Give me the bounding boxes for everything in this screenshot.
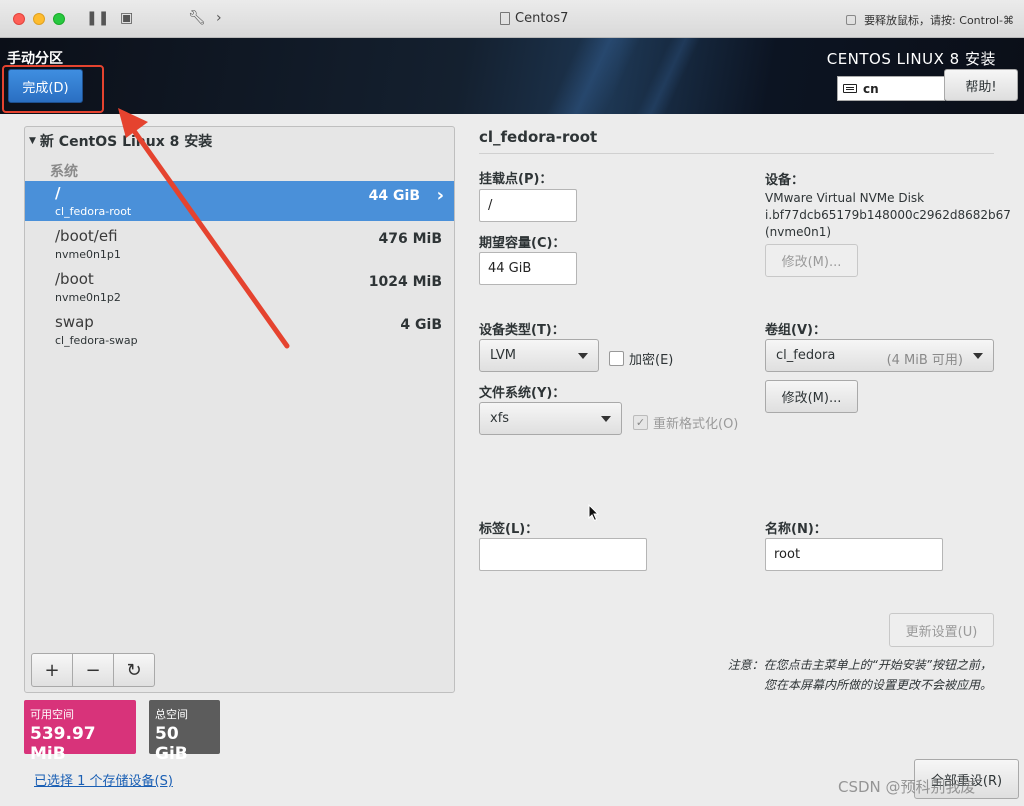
dropdown-arrow-icon [578,353,588,359]
filesystem-label: 文件系统(Y)： [479,386,566,401]
window-title: Centos7 [500,11,568,26]
maximize-window-button[interactable] [53,13,65,25]
chevron-right-icon: › [436,185,444,206]
section-label-system: 系统 [50,164,78,180]
mouse-pointer-icon [588,504,600,522]
settings-note: 注意：在您点击主菜单上的“开始安装”按钮之前， 您在本屏幕内所做的设置更改不会被… [727,658,992,692]
desired-capacity-input[interactable]: 44 GiB [479,252,577,285]
dropdown-arrow-icon [973,353,983,359]
minimize-window-button[interactable] [33,13,45,25]
reformat-checkbox[interactable]: ✓ 重新格式化(O) [633,413,738,432]
help-button[interactable]: 帮助! [944,69,1018,101]
update-settings-button[interactable]: 更新设置(U) [889,613,994,647]
device-description: VMware Virtual NVMe Disk i.bf77dcb65179b… [765,191,1011,239]
mount-point-label: 挂载点(P)： [479,172,553,187]
partition-row-boot[interactable]: /boot nvme0n1p2 1024 MiB [25,267,454,307]
tag-label: 标签(L)： [479,522,539,537]
tag-input[interactable] [479,538,647,571]
volume-group-label: 卷组(V)： [765,323,826,338]
product-title: CENTOS LINUX 8 安装 [826,50,996,68]
partition-row-swap[interactable]: swap cl_fedora-swap 4 GiB [25,310,454,350]
total-space-badge: 总空间 50 GiB [149,700,220,764]
checkmark-icon[interactable]: ✓ [633,415,648,430]
keyboard-layout-indicator[interactable]: cn [837,76,945,101]
installation-group-header[interactable]: ▼ 新 CentOS Linux 8 安装 [29,131,212,151]
name-label: 名称(N)： [765,522,827,537]
remove-partition-button[interactable]: − [72,653,114,687]
done-button[interactable]: 完成(D) [8,69,83,103]
watermark: CSDN @预科别我废 [838,778,976,796]
volume-group-select[interactable]: cl_fedora (4 MiB 可用) [765,339,994,372]
keyboard-icon [843,84,857,93]
available-space-badge: 可用空间 539.97 MiB [24,700,136,764]
document-icon [500,12,510,25]
window-titlebar: ❚❚ ▣ 🔧︎ › Centos7 要释放鼠标，请按: Control-⌘ [0,0,1024,38]
mount-point-input[interactable]: / [479,189,577,222]
device-label: 设备： [765,173,805,188]
wrench-icon[interactable]: 🔧︎ [188,10,206,26]
checkbox-icon[interactable] [609,351,624,366]
chevron-right-icon[interactable]: › [216,10,222,26]
divider [479,153,994,154]
close-window-button[interactable] [13,13,25,25]
device-type-select[interactable]: LVM [479,339,599,372]
partition-detail-title: cl_fedora-root [479,128,598,146]
window-mode-icon [846,15,857,25]
partition-row-boot-efi[interactable]: /boot/efi nvme0n1p1 476 MiB [25,224,454,264]
capacity-label: 期望容量(C)： [479,236,566,251]
encrypt-checkbox[interactable]: 加密(E) [609,349,673,368]
pause-icon[interactable]: ❚❚ [86,10,109,26]
partition-list-panel: ▼ 新 CentOS Linux 8 安装 系统 / cl_fedora-roo… [24,126,455,693]
partition-toolbar: + − ↻ [31,653,155,687]
partition-row-root[interactable]: / cl_fedora-root 44 GiB › [25,181,454,221]
dropdown-arrow-icon [601,416,611,422]
modify-volume-group-button[interactable]: 修改(M)... [765,380,858,413]
add-partition-button[interactable]: + [31,653,73,687]
modify-device-button[interactable]: 修改(M)... [765,244,858,277]
filesystem-select[interactable]: xfs [479,402,622,435]
device-type-label: 设备类型(T)： [479,323,565,338]
expander-triangle-icon[interactable]: ▼ [29,136,36,146]
selected-storage-link[interactable]: 已选择 1 个存储设备(S) [34,770,173,789]
installer-header: 手动分区 完成(D) CENTOS LINUX 8 安装 cn 帮助! [0,38,1024,114]
refresh-button[interactable]: ↻ [113,653,155,687]
release-mouse-hint: 要释放鼠标，请按: Control-⌘ [846,12,1014,28]
name-input[interactable]: root [765,538,943,571]
snapshot-icon[interactable]: ▣ [120,10,133,26]
